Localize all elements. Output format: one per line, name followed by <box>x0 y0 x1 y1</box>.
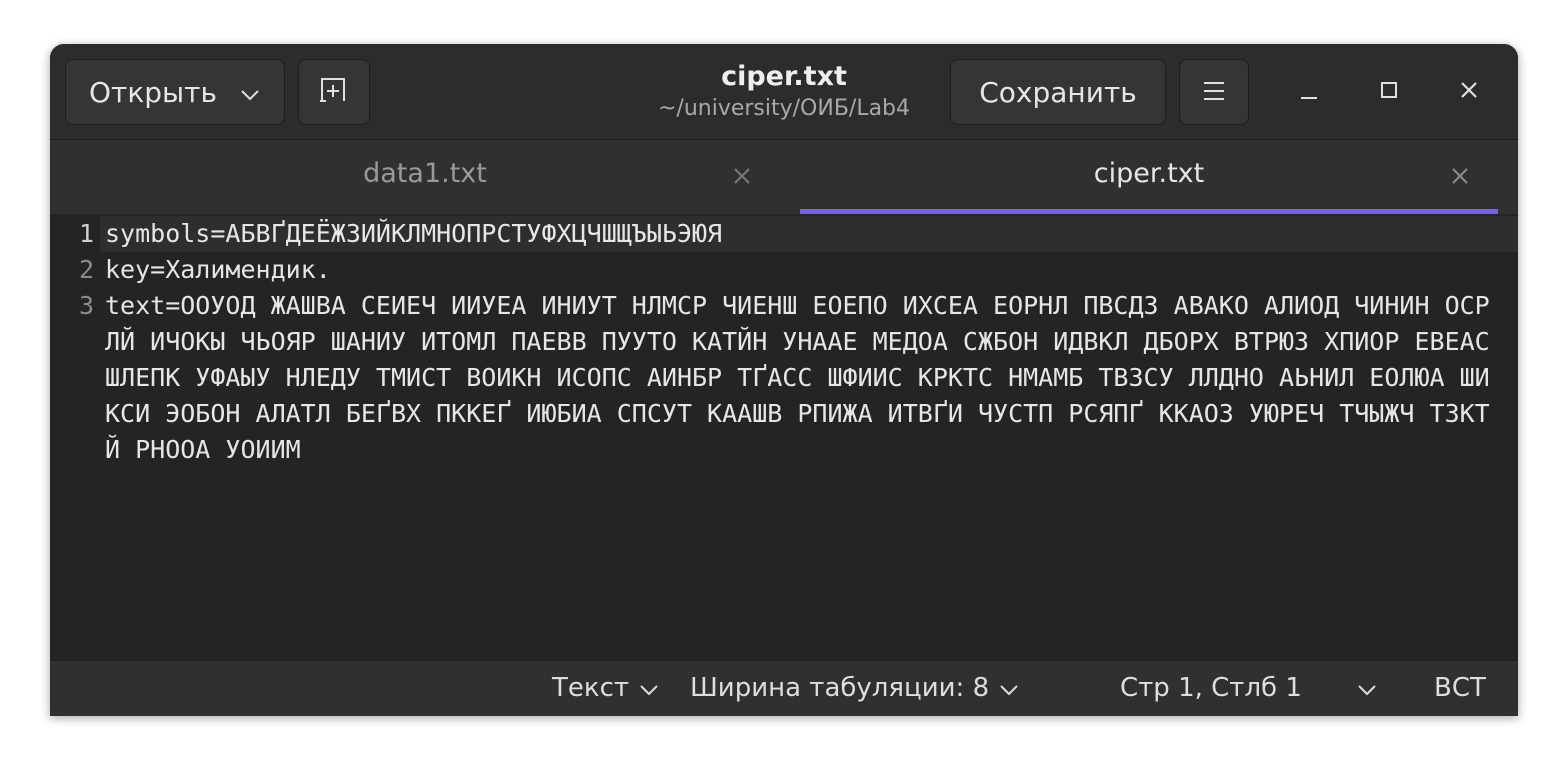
syntax-label: Текст <box>552 673 630 703</box>
text-editor[interactable]: 1 2 3 symbols=АБВҐДЕЁЖЗИЙКЛМНОПРСТУФХЦЧШ… <box>50 214 1518 660</box>
save-button[interactable]: Сохранить <box>950 59 1166 125</box>
code-line[interactable]: text=ООУОД ЖАШВА СЕИЕЧ ИИУЕА ИНИУТ НЛМСР… <box>105 288 1500 468</box>
tab-close-icon[interactable] <box>730 164 754 188</box>
main-menu-button[interactable] <box>1179 59 1249 125</box>
position-menu-button[interactable] <box>1355 671 1379 706</box>
chevron-down-icon <box>239 76 261 109</box>
window-title-block: ciper.txt ~/university/ОИБ/Lab4 <box>630 60 938 124</box>
minimize-icon <box>1298 79 1320 105</box>
line-number-gutter: 1 2 3 <box>50 214 100 660</box>
status-bar: Текст Ширина табуляции: 8 Стр 1, Стлб 1 … <box>50 660 1518 716</box>
hamburger-menu-icon <box>1202 76 1226 109</box>
line-number: 1 <box>78 219 94 248</box>
code-line[interactable]: key=Халимендик. <box>105 252 1500 288</box>
syntax-selector[interactable]: Текст <box>552 671 661 706</box>
tab-width-selector[interactable]: Ширина табуляции: 8 <box>690 671 1021 706</box>
close-icon <box>1458 79 1480 105</box>
maximize-button[interactable] <box>1367 70 1411 114</box>
line-number: 2 <box>78 255 94 284</box>
cursor-position-label: Стр 1, Стлб 1 <box>1120 673 1302 703</box>
close-window-button[interactable] <box>1447 70 1491 114</box>
insert-mode-indicator[interactable]: ВСТ <box>1434 671 1486 705</box>
chevron-down-icon <box>997 672 1021 706</box>
gedit-window: Открыть ciper.txt ~/university/ОИБ/Lab4 … <box>50 44 1518 716</box>
open-button[interactable]: Открыть <box>65 59 285 125</box>
code-line[interactable]: symbols=АБВҐДЕЁЖЗИЙКЛМНОПРСТУФХЦЧШЩЪЫЬЭЮ… <box>105 216 1500 252</box>
new-tab-button[interactable] <box>298 59 370 125</box>
window-title: ciper.txt <box>721 61 847 92</box>
window-subtitle: ~/university/ОИБ/Lab4 <box>657 96 911 121</box>
tab-data1[interactable]: data1.txt <box>50 140 800 214</box>
header-bar: Открыть ciper.txt ~/university/ОИБ/Lab4 … <box>50 44 1518 140</box>
open-button-label: Открыть <box>89 75 217 109</box>
tab-close-icon[interactable] <box>1448 164 1472 188</box>
tab-label: data1.txt <box>363 158 487 189</box>
minimize-button[interactable] <box>1287 70 1331 114</box>
new-tab-icon <box>318 75 350 110</box>
chevron-down-icon <box>1355 672 1379 706</box>
line-number: 3 <box>78 291 94 320</box>
maximize-icon <box>1378 79 1400 105</box>
tab-label: ciper.txt <box>1093 158 1205 189</box>
tab-ciper[interactable]: ciper.txt <box>800 140 1498 214</box>
tab-width-label: Ширина табуляции: 8 <box>690 673 990 703</box>
chevron-down-icon <box>637 672 661 706</box>
tab-bar: data1.txt ciper.txt <box>50 140 1518 214</box>
